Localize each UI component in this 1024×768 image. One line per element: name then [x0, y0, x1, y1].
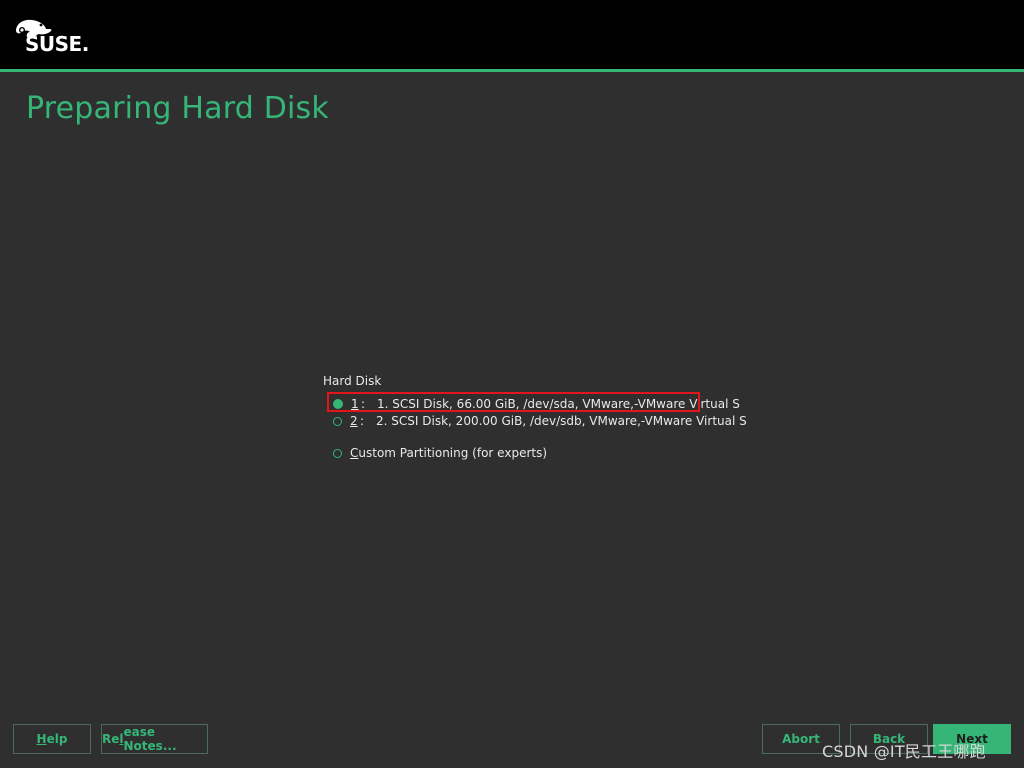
next-button[interactable]: Next: [933, 724, 1011, 754]
header-accent-line: [0, 69, 1024, 72]
release-notes-button[interactable]: Re l ease Notes...: [101, 724, 208, 754]
back-button-label: Back: [872, 732, 906, 746]
radio-unselected-icon[interactable]: [333, 448, 342, 458]
disk-option-label: 1. SCSI Disk, 66.00 GiB, /dev/sda, VMwar…: [377, 397, 740, 411]
brand-wordmark: SUSE.: [25, 32, 89, 56]
header-bar: SUSE.: [0, 0, 1024, 69]
disk-option-colon: :: [360, 414, 365, 428]
custom-partitioning-label: ustom Partitioning (for experts): [358, 446, 548, 460]
disk-option-key: 1: [351, 397, 359, 411]
disk-option-key: 2: [350, 414, 358, 428]
disk-option-label: 2. SCSI Disk, 200.00 GiB, /dev/sdb, VMwa…: [376, 414, 747, 428]
help-button[interactable]: Help: [13, 724, 91, 754]
disk-option-sdb[interactable]: 2 : 2. SCSI Disk, 200.00 GiB, /dev/sdb, …: [333, 412, 747, 430]
custom-partitioning-option[interactable]: Custom Partitioning (for experts): [333, 444, 547, 462]
next-button-label: Next: [956, 732, 988, 746]
release-notes-label-start: Re: [102, 732, 120, 746]
hard-disk-group-label: Hard Disk: [323, 374, 382, 388]
page-title: Preparing Hard Disk: [26, 91, 329, 126]
release-notes-label-end: ease Notes...: [123, 725, 177, 753]
suse-logo: SUSE.: [14, 17, 104, 57]
back-button[interactable]: Back: [850, 724, 928, 754]
disk-option-sda[interactable]: 1 : 1. SCSI Disk, 66.00 GiB, /dev/sda, V…: [333, 395, 740, 413]
abort-button-label: Abort: [782, 732, 820, 746]
help-button-key: H: [36, 732, 47, 746]
radio-unselected-icon[interactable]: [333, 416, 342, 426]
custom-partitioning-key: C: [350, 446, 359, 460]
radio-selected-icon[interactable]: [333, 399, 343, 409]
disk-option-colon: :: [361, 397, 366, 411]
installer-window: SUSE. Preparing Hard Disk Hard Disk 1 : …: [0, 0, 1024, 768]
abort-button[interactable]: Abort: [762, 724, 840, 754]
help-button-label: elp: [46, 732, 68, 746]
